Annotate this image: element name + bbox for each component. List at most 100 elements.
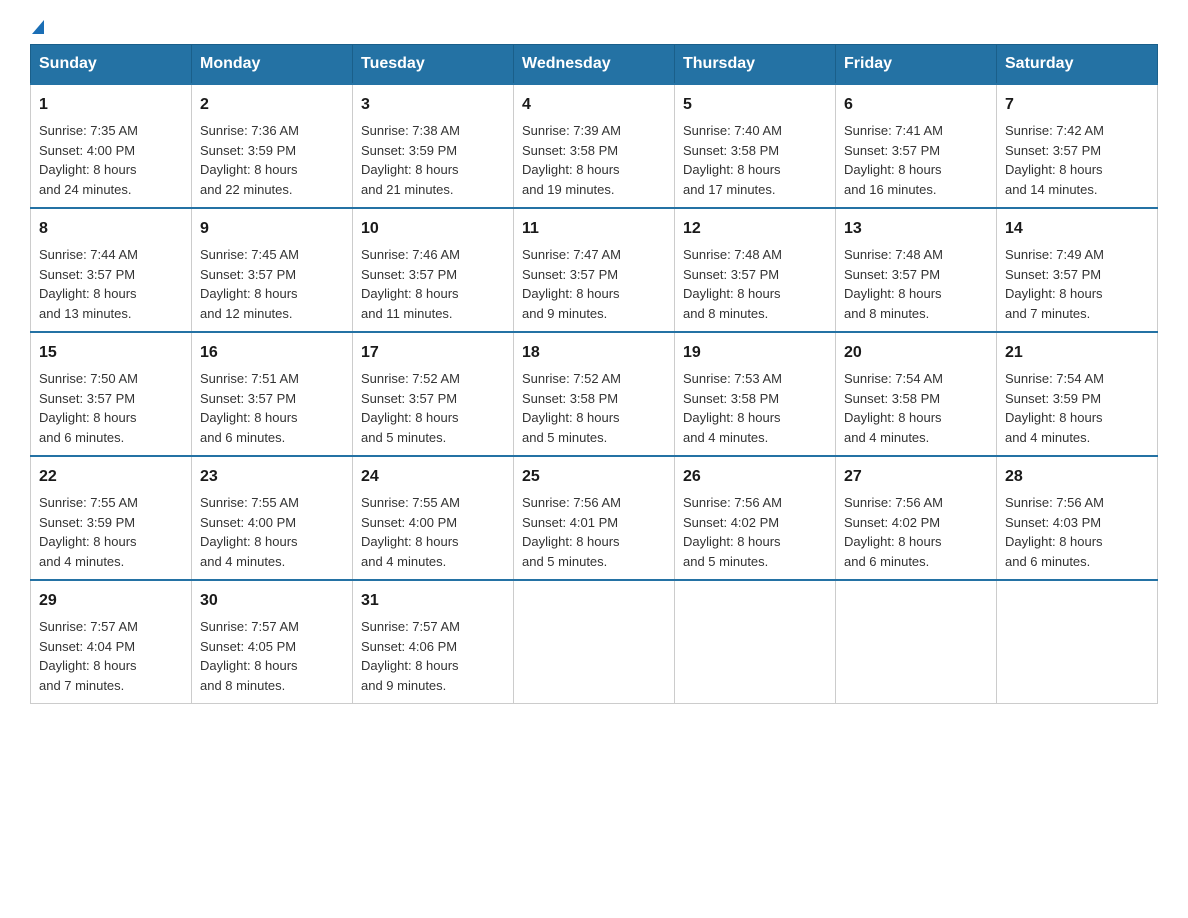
calendar-cell-week5-day5 [836, 580, 997, 704]
day-info: Sunrise: 7:56 AMSunset: 4:03 PMDaylight:… [1005, 495, 1104, 569]
day-number: 20 [844, 341, 988, 365]
day-info: Sunrise: 7:49 AMSunset: 3:57 PMDaylight:… [1005, 247, 1104, 321]
day-info: Sunrise: 7:57 AMSunset: 4:06 PMDaylight:… [361, 619, 460, 693]
day-info: Sunrise: 7:41 AMSunset: 3:57 PMDaylight:… [844, 123, 943, 197]
day-info: Sunrise: 7:55 AMSunset: 4:00 PMDaylight:… [200, 495, 299, 569]
calendar-cell-week1-day0: 1 Sunrise: 7:35 AMSunset: 4:00 PMDayligh… [31, 84, 192, 208]
calendar-cell-week4-day3: 25 Sunrise: 7:56 AMSunset: 4:01 PMDaylig… [514, 456, 675, 580]
calendar-cell-week5-day6 [997, 580, 1158, 704]
weekday-header-friday: Friday [836, 45, 997, 85]
day-number: 18 [522, 341, 666, 365]
day-number: 31 [361, 589, 505, 613]
weekday-header-tuesday: Tuesday [353, 45, 514, 85]
week-row-2: 8 Sunrise: 7:44 AMSunset: 3:57 PMDayligh… [31, 208, 1158, 332]
calendar-cell-week4-day5: 27 Sunrise: 7:56 AMSunset: 4:02 PMDaylig… [836, 456, 997, 580]
weekday-header-wednesday: Wednesday [514, 45, 675, 85]
weekday-header-sunday: Sunday [31, 45, 192, 85]
calendar-cell-week2-day5: 13 Sunrise: 7:48 AMSunset: 3:57 PMDaylig… [836, 208, 997, 332]
calendar-table: SundayMondayTuesdayWednesdayThursdayFrid… [30, 44, 1158, 704]
weekday-header-row: SundayMondayTuesdayWednesdayThursdayFrid… [31, 45, 1158, 85]
calendar-cell-week3-day0: 15 Sunrise: 7:50 AMSunset: 3:57 PMDaylig… [31, 332, 192, 456]
day-number: 24 [361, 465, 505, 489]
day-info: Sunrise: 7:51 AMSunset: 3:57 PMDaylight:… [200, 371, 299, 445]
day-info: Sunrise: 7:44 AMSunset: 3:57 PMDaylight:… [39, 247, 138, 321]
day-number: 10 [361, 217, 505, 241]
day-info: Sunrise: 7:55 AMSunset: 3:59 PMDaylight:… [39, 495, 138, 569]
day-info: Sunrise: 7:40 AMSunset: 3:58 PMDaylight:… [683, 123, 782, 197]
day-info: Sunrise: 7:50 AMSunset: 3:57 PMDaylight:… [39, 371, 138, 445]
calendar-cell-week4-day1: 23 Sunrise: 7:55 AMSunset: 4:00 PMDaylig… [192, 456, 353, 580]
day-info: Sunrise: 7:56 AMSunset: 4:01 PMDaylight:… [522, 495, 621, 569]
calendar-cell-week3-day2: 17 Sunrise: 7:52 AMSunset: 3:57 PMDaylig… [353, 332, 514, 456]
day-number: 8 [39, 217, 183, 241]
day-info: Sunrise: 7:48 AMSunset: 3:57 PMDaylight:… [683, 247, 782, 321]
calendar-cell-week5-day0: 29 Sunrise: 7:57 AMSunset: 4:04 PMDaylig… [31, 580, 192, 704]
day-number: 22 [39, 465, 183, 489]
calendar-cell-week5-day2: 31 Sunrise: 7:57 AMSunset: 4:06 PMDaylig… [353, 580, 514, 704]
day-info: Sunrise: 7:56 AMSunset: 4:02 PMDaylight:… [683, 495, 782, 569]
day-number: 30 [200, 589, 344, 613]
day-number: 19 [683, 341, 827, 365]
day-number: 4 [522, 93, 666, 117]
week-row-3: 15 Sunrise: 7:50 AMSunset: 3:57 PMDaylig… [31, 332, 1158, 456]
day-number: 2 [200, 93, 344, 117]
day-number: 16 [200, 341, 344, 365]
calendar-cell-week3-day1: 16 Sunrise: 7:51 AMSunset: 3:57 PMDaylig… [192, 332, 353, 456]
calendar-cell-week4-day6: 28 Sunrise: 7:56 AMSunset: 4:03 PMDaylig… [997, 456, 1158, 580]
day-number: 11 [522, 217, 666, 241]
day-number: 9 [200, 217, 344, 241]
weekday-header-thursday: Thursday [675, 45, 836, 85]
day-number: 29 [39, 589, 183, 613]
day-number: 7 [1005, 93, 1149, 117]
calendar-cell-week4-day4: 26 Sunrise: 7:56 AMSunset: 4:02 PMDaylig… [675, 456, 836, 580]
calendar-cell-week2-day1: 9 Sunrise: 7:45 AMSunset: 3:57 PMDayligh… [192, 208, 353, 332]
day-info: Sunrise: 7:57 AMSunset: 4:04 PMDaylight:… [39, 619, 138, 693]
day-number: 12 [683, 217, 827, 241]
day-info: Sunrise: 7:35 AMSunset: 4:00 PMDaylight:… [39, 123, 138, 197]
week-row-5: 29 Sunrise: 7:57 AMSunset: 4:04 PMDaylig… [31, 580, 1158, 704]
calendar-cell-week5-day3 [514, 580, 675, 704]
calendar-cell-week1-day2: 3 Sunrise: 7:38 AMSunset: 3:59 PMDayligh… [353, 84, 514, 208]
day-number: 23 [200, 465, 344, 489]
week-row-1: 1 Sunrise: 7:35 AMSunset: 4:00 PMDayligh… [31, 84, 1158, 208]
calendar-cell-week1-day6: 7 Sunrise: 7:42 AMSunset: 3:57 PMDayligh… [997, 84, 1158, 208]
day-info: Sunrise: 7:55 AMSunset: 4:00 PMDaylight:… [361, 495, 460, 569]
day-info: Sunrise: 7:47 AMSunset: 3:57 PMDaylight:… [522, 247, 621, 321]
day-info: Sunrise: 7:54 AMSunset: 3:59 PMDaylight:… [1005, 371, 1104, 445]
day-number: 26 [683, 465, 827, 489]
weekday-header-monday: Monday [192, 45, 353, 85]
calendar-cell-week5-day1: 30 Sunrise: 7:57 AMSunset: 4:05 PMDaylig… [192, 580, 353, 704]
day-number: 5 [683, 93, 827, 117]
day-info: Sunrise: 7:52 AMSunset: 3:57 PMDaylight:… [361, 371, 460, 445]
calendar-cell-week3-day6: 21 Sunrise: 7:54 AMSunset: 3:59 PMDaylig… [997, 332, 1158, 456]
calendar-cell-week1-day3: 4 Sunrise: 7:39 AMSunset: 3:58 PMDayligh… [514, 84, 675, 208]
calendar-cell-week2-day3: 11 Sunrise: 7:47 AMSunset: 3:57 PMDaylig… [514, 208, 675, 332]
day-info: Sunrise: 7:54 AMSunset: 3:58 PMDaylight:… [844, 371, 943, 445]
logo-triangle-icon [32, 20, 44, 34]
day-info: Sunrise: 7:45 AMSunset: 3:57 PMDaylight:… [200, 247, 299, 321]
day-info: Sunrise: 7:53 AMSunset: 3:58 PMDaylight:… [683, 371, 782, 445]
day-info: Sunrise: 7:52 AMSunset: 3:58 PMDaylight:… [522, 371, 621, 445]
week-row-4: 22 Sunrise: 7:55 AMSunset: 3:59 PMDaylig… [31, 456, 1158, 580]
calendar-cell-week2-day4: 12 Sunrise: 7:48 AMSunset: 3:57 PMDaylig… [675, 208, 836, 332]
calendar-cell-week2-day0: 8 Sunrise: 7:44 AMSunset: 3:57 PMDayligh… [31, 208, 192, 332]
day-info: Sunrise: 7:57 AMSunset: 4:05 PMDaylight:… [200, 619, 299, 693]
day-info: Sunrise: 7:39 AMSunset: 3:58 PMDaylight:… [522, 123, 621, 197]
day-number: 3 [361, 93, 505, 117]
day-info: Sunrise: 7:36 AMSunset: 3:59 PMDaylight:… [200, 123, 299, 197]
day-number: 28 [1005, 465, 1149, 489]
day-number: 6 [844, 93, 988, 117]
calendar-cell-week4-day0: 22 Sunrise: 7:55 AMSunset: 3:59 PMDaylig… [31, 456, 192, 580]
day-number: 17 [361, 341, 505, 365]
calendar-cell-week1-day1: 2 Sunrise: 7:36 AMSunset: 3:59 PMDayligh… [192, 84, 353, 208]
day-info: Sunrise: 7:42 AMSunset: 3:57 PMDaylight:… [1005, 123, 1104, 197]
day-number: 13 [844, 217, 988, 241]
day-info: Sunrise: 7:56 AMSunset: 4:02 PMDaylight:… [844, 495, 943, 569]
logo [30, 20, 44, 34]
calendar-cell-week5-day4 [675, 580, 836, 704]
calendar-cell-week3-day5: 20 Sunrise: 7:54 AMSunset: 3:58 PMDaylig… [836, 332, 997, 456]
day-info: Sunrise: 7:46 AMSunset: 3:57 PMDaylight:… [361, 247, 460, 321]
day-info: Sunrise: 7:48 AMSunset: 3:57 PMDaylight:… [844, 247, 943, 321]
calendar-cell-week3-day3: 18 Sunrise: 7:52 AMSunset: 3:58 PMDaylig… [514, 332, 675, 456]
calendar-cell-week2-day2: 10 Sunrise: 7:46 AMSunset: 3:57 PMDaylig… [353, 208, 514, 332]
